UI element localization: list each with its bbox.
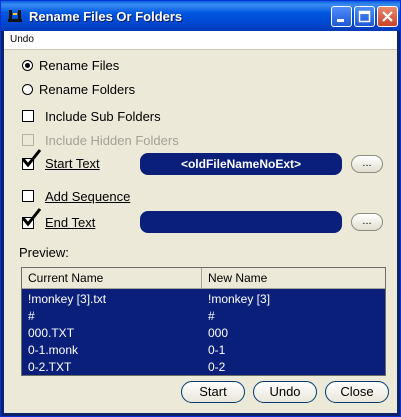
new-name-cell: !monkey [3]: [208, 292, 271, 306]
maximize-button[interactable]: [354, 6, 375, 27]
column-header-current-name[interactable]: Current Name: [22, 268, 202, 288]
include-sub-folders-checkbox[interactable]: [22, 110, 34, 122]
close-button-label: Close: [340, 384, 374, 399]
maximize-icon: [358, 10, 371, 23]
rename-folders-label[interactable]: Rename Folders: [39, 82, 135, 97]
start-text-label[interactable]: Start Text: [45, 156, 100, 171]
new-name-cell: 0-2: [208, 360, 226, 374]
current-name-cell: 000.TXT: [28, 326, 75, 340]
app-icon: [8, 10, 22, 22]
list-item[interactable]: 000.TXT 000: [22, 324, 385, 342]
column-header-new-name[interactable]: New Name: [202, 268, 385, 288]
include-hidden-folders-label: Include Hidden Folders: [45, 133, 179, 148]
end-text-browse-button[interactable]: ...: [351, 213, 383, 231]
new-name-cell: 0-1: [208, 343, 226, 357]
list-item[interactable]: 0-2.TXT 0-2: [22, 358, 385, 376]
undo-button[interactable]: Undo: [253, 381, 317, 403]
minimize-icon: [337, 19, 344, 22]
undo-button-label: Undo: [269, 384, 301, 399]
checkmark-icon: [21, 208, 42, 227]
rename-files-radio[interactable]: [22, 60, 33, 71]
list-item[interactable]: !monkey [3].txt !monkey [3]: [22, 290, 385, 308]
new-name-cell: #: [208, 309, 215, 323]
app-window: Rename Files Or Folders Undo Rename File…: [0, 0, 401, 417]
new-name-cell: 000: [208, 326, 229, 340]
start-button[interactable]: Start: [181, 381, 245, 403]
title-bar[interactable]: Rename Files Or Folders: [1, 1, 400, 31]
preview-list-header: Current Name New Name: [22, 268, 385, 289]
rename-folders-radio[interactable]: [22, 84, 33, 95]
list-item[interactable]: 0-1.monk 0-1: [22, 341, 385, 359]
end-text-field[interactable]: [140, 211, 342, 233]
list-item[interactable]: # #: [22, 307, 385, 325]
menu-bar: Undo: [4, 31, 397, 50]
close-icon: [382, 11, 393, 22]
preview-label: Preview:: [19, 245, 69, 260]
add-sequence-label[interactable]: Add Sequence: [45, 189, 130, 204]
checkmark-icon: [21, 149, 42, 168]
current-name-cell: 0-2.TXT: [28, 360, 72, 374]
window-title: Rename Files Or Folders: [29, 9, 183, 24]
rename-files-label[interactable]: Rename Files: [39, 58, 119, 73]
current-name-cell: #: [28, 309, 35, 323]
add-sequence-checkbox[interactable]: [22, 190, 34, 202]
end-text-label[interactable]: End Text: [45, 215, 95, 230]
preview-list[interactable]: Current Name New Name !monkey [3].txt !m…: [21, 267, 386, 376]
include-sub-folders-label[interactable]: Include Sub Folders: [45, 109, 161, 124]
close-window-button[interactable]: [377, 6, 398, 27]
current-name-cell: !monkey [3].txt: [28, 292, 107, 306]
start-text-browse-button[interactable]: ...: [351, 155, 383, 173]
current-name-cell: 0-1.monk: [28, 343, 79, 357]
start-button-label: Start: [199, 384, 227, 399]
menu-item-undo[interactable]: Undo: [10, 34, 34, 45]
minimize-button[interactable]: [331, 6, 352, 27]
start-text-field[interactable]: <oldFileNameNoExt>: [140, 153, 342, 175]
close-button[interactable]: Close: [325, 381, 389, 403]
include-hidden-folders-checkbox[interactable]: [22, 134, 34, 146]
